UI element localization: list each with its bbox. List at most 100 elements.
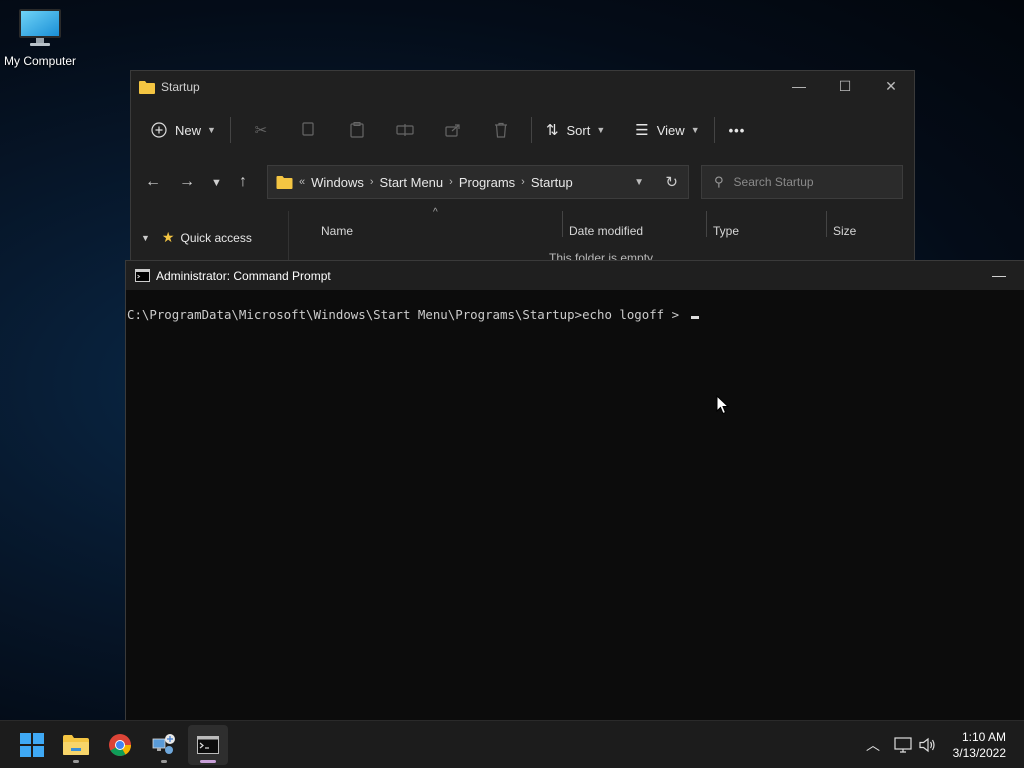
cmd-prompt: C:\ProgramData\Microsoft\Windows\Start M… — [127, 307, 583, 322]
breadcrumb-chevron-icon: › — [521, 176, 525, 188]
sort-ascending-icon: ^ — [433, 207, 438, 218]
running-indicator — [161, 760, 167, 763]
chevron-down-icon: ▼ — [690, 125, 700, 135]
close-button[interactable]: ✕ — [868, 71, 914, 101]
volume-button[interactable] — [919, 721, 937, 768]
cmd-input-line[interactable]: echo logoff > — [582, 307, 686, 322]
network-admin-icon — [152, 734, 175, 754]
taskbar-chrome[interactable] — [100, 725, 140, 765]
maximize-button[interactable]: ☐ — [822, 71, 868, 101]
recent-locations-icon[interactable]: ▼ — [211, 177, 222, 189]
running-indicator — [73, 760, 79, 763]
address-dropdown-icon[interactable]: ▼ — [634, 177, 644, 188]
paste-button[interactable] — [333, 114, 381, 146]
toolbar-divider — [229, 117, 231, 143]
taskbar-file-explorer[interactable] — [56, 725, 96, 765]
active-indicator — [200, 760, 216, 763]
breadcrumb-programs[interactable]: Programs — [459, 175, 515, 190]
delete-button[interactable] — [477, 114, 525, 146]
quick-access-item[interactable]: ▼ ★ Quick access — [141, 229, 252, 246]
address-row: ← → ▼ ↑ « Windows › Start Menu › Programs ›… — [131, 165, 914, 201]
expand-chevron-icon: ▼ — [141, 232, 150, 243]
cmd-title-bar[interactable]: Administrator: Command Prompt — [126, 261, 1024, 290]
desktop-icon-my-computer[interactable]: My Computer — [0, 8, 80, 76]
up-arrow-icon[interactable]: ↑ — [239, 173, 247, 191]
network-icon — [894, 737, 912, 753]
chevron-up-icon: ︿ — [866, 737, 880, 753]
copy-icon — [302, 122, 314, 136]
cmd-title: Administrator: Command Prompt — [156, 268, 331, 283]
column-header-size[interactable]: Size — [833, 211, 856, 251]
chevron-down-icon: ▼ — [207, 125, 216, 135]
clock-time: 1:10 AM — [961, 730, 1006, 744]
minimize-button[interactable]: — — [776, 71, 822, 101]
clock-date: 3/13/2022 — [952, 746, 1006, 760]
minimize-icon: — — [792, 78, 806, 94]
command-prompt-window[interactable]: Administrator: Command Prompt — C:\Progr… — [125, 260, 1024, 720]
breadcrumb-start-menu[interactable]: Start Menu — [380, 175, 444, 190]
sort-button[interactable]: ⇅ Sort ▼ — [538, 114, 613, 146]
chevron-down-icon: ▼ — [596, 125, 606, 135]
more-options-button[interactable]: ••• — [721, 114, 754, 146]
close-icon: ✕ — [885, 77, 897, 94]
scissors-icon: ✂ — [254, 122, 268, 139]
rename-button[interactable] — [381, 114, 429, 146]
toolbar-divider — [530, 117, 532, 143]
trash-icon — [494, 122, 507, 138]
column-divider — [826, 211, 827, 237]
start-icon — [20, 733, 44, 757]
network-status-button[interactable] — [894, 721, 912, 768]
chrome-icon — [109, 734, 131, 756]
search-box[interactable]: ⚲ — [701, 165, 903, 199]
rename-icon — [396, 124, 414, 136]
breadcrumb-windows[interactable]: Windows — [311, 175, 364, 190]
column-header-name[interactable]: Name — [321, 211, 353, 251]
file-explorer-window[interactable]: Startup — ☐ ✕ New ▼ ✂ ⇅ Sort ▼ ☰ View ▼ … — [130, 70, 915, 270]
copy-button[interactable] — [285, 114, 333, 146]
command-prompt-icon — [197, 736, 219, 754]
column-header-type[interactable]: Type — [713, 211, 739, 251]
maximize-icon: ☐ — [838, 77, 852, 94]
forward-arrow-icon[interactable]: → — [179, 173, 195, 191]
file-explorer-icon — [63, 735, 89, 755]
back-arrow-icon[interactable]: ← — [145, 173, 161, 191]
view-button[interactable]: ☰ View ▼ — [627, 114, 707, 146]
search-icon: ⚲ — [714, 174, 724, 189]
monitor-icon — [19, 9, 61, 46]
toolbar-divider — [713, 117, 715, 143]
column-header-date-modified[interactable]: Date modified — [569, 211, 643, 251]
star-icon: ★ — [161, 229, 175, 245]
taskbar-command-prompt[interactable] — [188, 725, 228, 765]
speaker-icon — [919, 737, 935, 753]
command-prompt-icon — [135, 269, 150, 282]
start-button[interactable] — [12, 725, 52, 765]
breadcrumb-overflow[interactable]: « — [299, 176, 305, 188]
search-input[interactable] — [733, 175, 884, 189]
minimize-icon[interactable]: — — [992, 267, 1006, 283]
refresh-icon[interactable]: ↻ — [665, 173, 678, 191]
address-bar[interactable]: « Windows › Start Menu › Programs › Startup… — [267, 165, 689, 199]
new-label: New — [175, 122, 202, 138]
sort-icon: ⇅ — [545, 122, 559, 139]
folder-icon — [139, 81, 155, 94]
show-hidden-icons-button[interactable]: ︿ — [866, 721, 880, 768]
list-view-icon: ☰ — [635, 122, 649, 139]
breadcrumb-startup[interactable]: Startup — [531, 175, 573, 190]
taskbar-network-admin[interactable] — [144, 725, 184, 765]
quick-access-label: Quick access — [180, 230, 252, 245]
cmd-output[interactable]: C:\ProgramData\Microsoft\Windows\Start M… — [126, 290, 1024, 322]
clipboard-icon — [350, 122, 364, 138]
column-divider — [562, 211, 563, 237]
plus-circle-icon — [151, 122, 167, 138]
explorer-toolbar: New ▼ ✂ ⇅ Sort ▼ ☰ View ▼ ••• — [131, 105, 914, 155]
share-button[interactable] — [429, 114, 477, 146]
text-caret — [690, 316, 699, 319]
cut-button[interactable]: ✂ — [237, 114, 285, 146]
mouse-pointer-icon — [716, 395, 729, 415]
sort-label: Sort — [566, 122, 591, 138]
folder-icon — [276, 176, 293, 189]
system-clock[interactable]: 1:10 AM 3/13/2022 — [953, 729, 1006, 761]
new-button[interactable]: New ▼ — [143, 114, 224, 146]
breadcrumb-chevron-icon: › — [449, 176, 453, 188]
column-divider — [706, 211, 707, 237]
